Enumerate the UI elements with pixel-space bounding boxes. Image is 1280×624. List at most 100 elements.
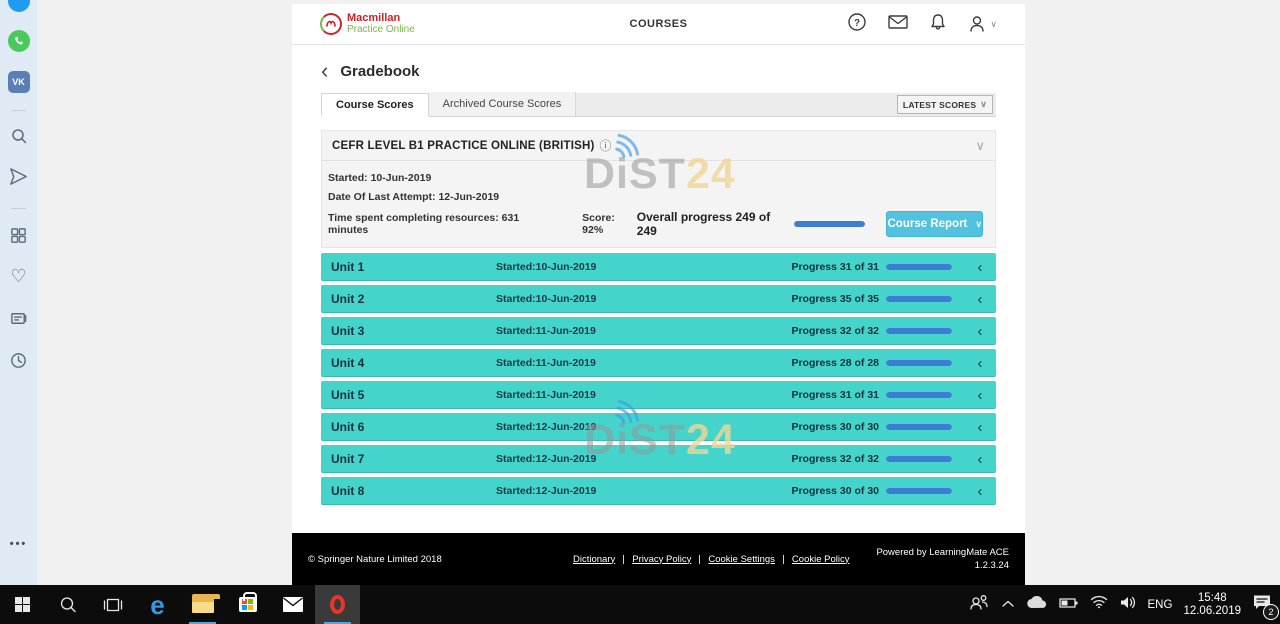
task-view-icon[interactable] xyxy=(90,585,135,624)
mail-icon[interactable] xyxy=(887,13,909,36)
taskbar-search-icon[interactable] xyxy=(45,585,90,624)
link-privacy-policy[interactable]: Privacy Policy xyxy=(632,554,691,565)
page-footer: © Springer Nature Limited 2018 Dictionar… xyxy=(292,533,1025,585)
send-icon[interactable] xyxy=(0,166,37,187)
chevron-left-icon[interactable]: ‹ xyxy=(974,324,986,339)
chevron-left-icon[interactable]: ‹ xyxy=(974,484,986,499)
unit-row[interactable]: Unit 5 Started:11-Jun-2019 Progress 31 o… xyxy=(321,381,996,409)
unit-row[interactable]: Unit 7 Started:12-Jun-2019 Progress 32 o… xyxy=(321,445,996,473)
chevron-left-icon[interactable]: ‹ xyxy=(974,260,986,275)
history-clock-icon[interactable] xyxy=(0,351,37,370)
link-separator xyxy=(623,555,624,564)
notifications-bell-icon[interactable] xyxy=(929,12,947,37)
battery-icon[interactable] xyxy=(1059,596,1079,614)
unit-started: Started:10-Jun-2019 xyxy=(496,293,791,305)
link-cookie-settings[interactable]: Cookie Settings xyxy=(708,554,775,565)
unit-progress-bar xyxy=(886,264,952,270)
link-cookie-policy[interactable]: Cookie Policy xyxy=(792,554,850,565)
unit-started: Started:12-Jun-2019 xyxy=(496,485,791,497)
favorites-heart-icon[interactable]: ♡ xyxy=(0,267,37,285)
start-button[interactable] xyxy=(0,585,45,624)
unit-progress-label: Progress 32 of 32 xyxy=(791,453,879,465)
unit-started: Started:12-Jun-2019 xyxy=(496,421,791,433)
course-score-row: Time spent completing resources: 631 min… xyxy=(328,210,985,238)
logo-line1: Macmillan xyxy=(347,13,415,24)
action-center-icon[interactable]: 2 xyxy=(1252,593,1272,616)
show-hidden-icons-chevron[interactable] xyxy=(1001,596,1015,614)
unit-progress-bar xyxy=(886,360,952,366)
course-panel: CEFR LEVEL B1 PRACTICE ONLINE (BRITISH) … xyxy=(321,130,996,248)
edge-browser-icon[interactable]: e xyxy=(135,585,180,624)
dots-glyph: ••• xyxy=(10,538,28,550)
overall-progress-bar xyxy=(794,221,865,227)
course-report-label: Course Report xyxy=(888,218,968,230)
unit-row[interactable]: Unit 4 Started:11-Jun-2019 Progress 28 o… xyxy=(321,349,996,377)
latest-scores-dropdown[interactable]: LATEST SCORES ∨ xyxy=(897,95,993,114)
whatsapp-icon[interactable] xyxy=(0,30,37,52)
unit-progress-label: Progress 30 of 30 xyxy=(791,485,879,497)
search-icon[interactable] xyxy=(0,127,37,147)
unit-name: Unit 6 xyxy=(331,420,496,434)
volume-icon[interactable] xyxy=(1119,595,1137,615)
vk-icon[interactable]: VK xyxy=(0,71,37,93)
file-explorer-icon[interactable] xyxy=(180,585,225,624)
unit-name: Unit 5 xyxy=(331,388,496,402)
tab-archived-course-scores[interactable]: Archived Course Scores xyxy=(429,92,577,116)
logo-text: Macmillan Practice Online xyxy=(347,13,415,35)
help-icon[interactable]: ? xyxy=(847,12,867,37)
unit-row[interactable]: Unit 1 Started:10-Jun-2019 Progress 31 o… xyxy=(321,253,996,281)
unit-progress-bar xyxy=(886,488,952,494)
unit-progress-label: Progress 31 of 31 xyxy=(791,389,879,401)
course-time-spent: Time spent completing resources: 631 min… xyxy=(328,212,554,236)
chevron-left-icon[interactable]: ‹ xyxy=(974,388,986,403)
more-dots-icon[interactable]: ••• xyxy=(0,538,37,550)
unit-row[interactable]: Unit 2 Started:10-Jun-2019 Progress 35 o… xyxy=(321,285,996,313)
chevron-left-icon[interactable]: ‹ xyxy=(974,420,986,435)
store-bag-icon xyxy=(239,597,257,612)
course-panel-body: Started: 10-Jun-2019 Date Of Last Attemp… xyxy=(322,161,995,247)
account-menu-icon[interactable]: ∨ xyxy=(967,14,997,34)
unit-row[interactable]: Unit 3 Started:11-Jun-2019 Progress 32 o… xyxy=(321,317,996,345)
unit-row[interactable]: Unit 6 Started:12-Jun-2019 Progress 30 o… xyxy=(321,413,996,441)
apps-grid-icon[interactable] xyxy=(0,226,37,245)
course-report-button[interactable]: Course Report ∨ xyxy=(886,211,983,237)
language-indicator[interactable]: ENG xyxy=(1148,599,1173,611)
microsoft-store-icon[interactable] xyxy=(225,585,270,624)
tabs-row: Course Scores Archived Course Scores LAT… xyxy=(321,93,996,117)
unit-started: Started:11-Jun-2019 xyxy=(496,389,791,401)
macmillan-logo-icon xyxy=(320,13,342,35)
chevron-left-icon[interactable]: ‹ xyxy=(974,292,986,307)
wifi-icon[interactable] xyxy=(1090,595,1108,614)
windows-taskbar: e xyxy=(0,585,1280,624)
footer-links: Dictionary Privacy Policy Cookie Setting… xyxy=(573,554,849,565)
unit-progress-label: Progress 30 of 30 xyxy=(791,421,879,433)
onedrive-cloud-icon[interactable] xyxy=(1026,595,1048,614)
chevron-down-icon[interactable]: ∨ xyxy=(975,138,985,154)
taskbar-clock[interactable]: 15:48 12.06.2019 xyxy=(1183,592,1241,618)
back-chevron-icon[interactable]: ‹ xyxy=(321,62,328,80)
course-panel-header[interactable]: CEFR LEVEL B1 PRACTICE ONLINE (BRITISH) … xyxy=(322,131,995,161)
people-icon[interactable] xyxy=(968,593,990,616)
chevron-left-icon[interactable]: ‹ xyxy=(974,356,986,371)
tab-course-scores[interactable]: Course Scores xyxy=(321,93,429,117)
info-icon[interactable]: ⓘ xyxy=(600,137,612,154)
messenger-bubble-icon xyxy=(8,0,30,12)
powered-by: Powered by LearningMate ACE 1.2.3.24 xyxy=(876,546,1009,572)
chevron-left-icon[interactable]: ‹ xyxy=(974,452,986,467)
chevron-down-icon: ∨ xyxy=(980,99,987,110)
clock-date: 12.06.2019 xyxy=(1183,605,1241,618)
unit-progress-bar xyxy=(886,424,952,430)
unit-row[interactable]: Unit 8 Started:12-Jun-2019 Progress 30 o… xyxy=(321,477,996,505)
messenger-icon[interactable] xyxy=(0,0,37,12)
opera-browser-icon[interactable] xyxy=(315,585,360,624)
header-icons: ? ∨ xyxy=(847,12,997,37)
macmillan-logo[interactable]: Macmillan Practice Online xyxy=(320,13,415,35)
page-title: Gradebook xyxy=(340,63,419,80)
folder-icon xyxy=(192,597,214,613)
filter-label: LATEST SCORES xyxy=(903,100,976,110)
news-feed-icon[interactable] xyxy=(0,309,37,328)
mail-app-icon[interactable] xyxy=(270,585,315,624)
gradebook-heading: ‹ Gradebook xyxy=(321,62,996,80)
link-dictionary[interactable]: Dictionary xyxy=(573,554,615,565)
unit-list: Unit 1 Started:10-Jun-2019 Progress 31 o… xyxy=(321,253,996,505)
